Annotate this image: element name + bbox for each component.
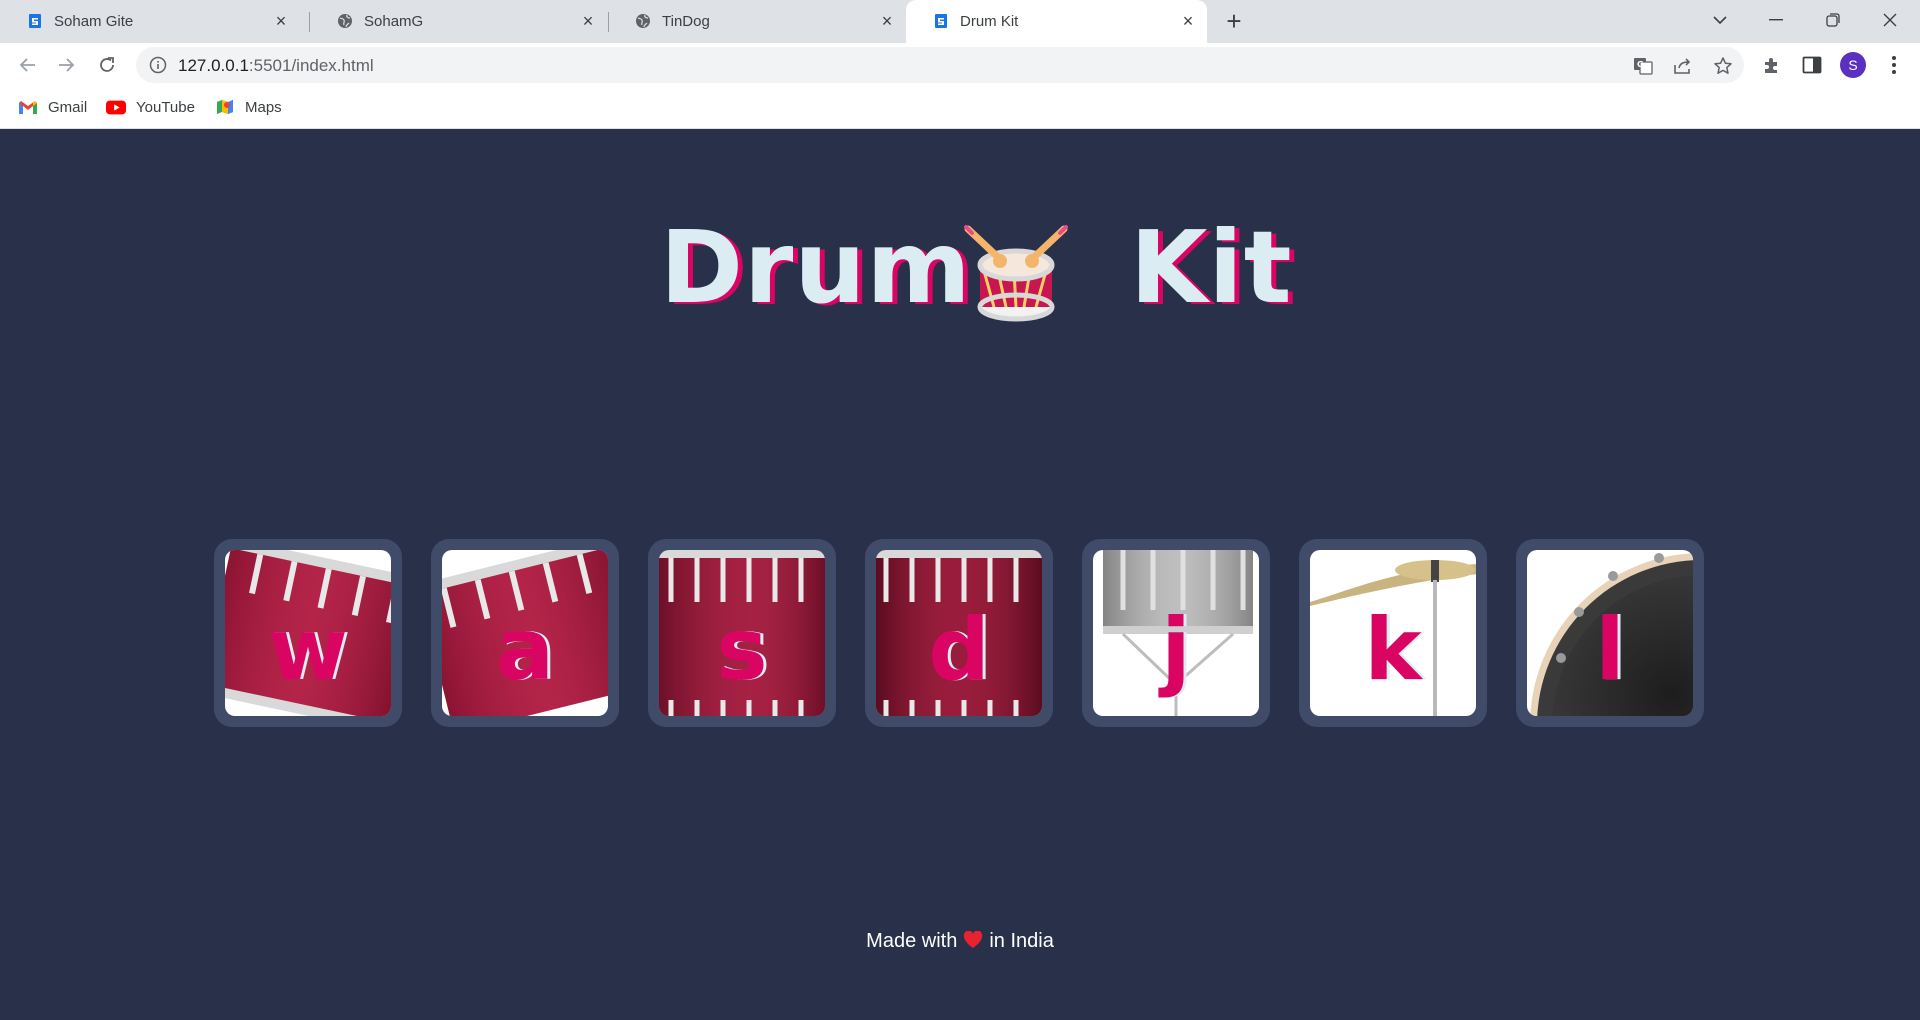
drum-kit-page: Drum Kit w a s d j k l Made with in Indi… [0,129,1920,1020]
url-text: 127.0.0.1:5501/index.html [178,56,374,76]
star-icon[interactable] [1712,55,1734,77]
drum-key-label: a [495,600,555,700]
bookmark-label: YouTube [136,98,195,116]
tab-label: SohamG [364,13,424,30]
url-path: :5501/index.html [248,56,374,75]
drum-key-label: d [928,600,990,700]
tab-soham-gite[interactable]: Soham Gite × [0,0,300,43]
menu-kebab-icon[interactable] [1883,54,1905,76]
close-icon [1883,13,1897,27]
document-icon [26,12,44,30]
translate-icon[interactable]: G [1632,55,1654,77]
back-button[interactable] [13,51,41,79]
url-host: 127.0.0.1 [178,56,249,75]
drum-face: j [1093,550,1259,716]
drum-key-label: l [1595,600,1625,700]
drum-button-a[interactable]: a [431,539,619,727]
side-panel-icon[interactable] [1801,54,1823,76]
drum-face: k [1310,550,1476,716]
drum-key-label: j [1161,600,1191,700]
restore-icon [1826,13,1840,27]
close-icon[interactable]: × [272,11,290,31]
restore-button[interactable] [1813,4,1853,36]
site-info-icon[interactable] [149,56,167,74]
drum-emoji-icon [964,225,1068,322]
gmail-icon [18,99,38,115]
document-icon [932,12,950,30]
drum-key-label: k [1364,600,1422,700]
globe-icon [336,12,354,30]
chevron-down-icon [1713,16,1727,25]
footer-text-before: Made with [866,930,958,952]
tab-drum-kit[interactable]: Drum Kit × [906,0,1207,43]
svg-text:G: G [1637,60,1644,69]
tab-strip: Soham Gite × SohamG × TinDog × Drum Kit … [0,0,1920,43]
drum-face: d [876,550,1042,716]
tab-label: TinDog [662,13,710,30]
drum-button-j[interactable]: j [1082,539,1270,727]
tab-search-button[interactable] [1700,4,1740,36]
drum-key-label: w [268,600,348,700]
drum-key-label: s [716,600,768,700]
reload-icon [100,57,114,72]
tab-tindog[interactable]: TinDog × [608,0,906,43]
arrow-right-icon [59,58,75,72]
browser-chrome: Soham Gite × SohamG × TinDog × Drum Kit … [0,0,1920,129]
page-title: Drum Kit [0,213,1920,323]
close-icon[interactable]: × [878,11,896,31]
arrow-left-icon [19,58,35,72]
footer: Made with in India [0,930,1920,953]
footer-text-after: in India [989,930,1054,952]
maps-icon [215,99,235,115]
drum-button-w[interactable]: w [214,539,402,727]
drum-face: a [442,550,608,716]
address-bar[interactable]: 127.0.0.1:5501/index.html G [136,47,1744,83]
minimize-icon [1769,19,1783,21]
close-window-button[interactable] [1870,4,1910,36]
bookmark-youtube[interactable]: YouTube [106,95,195,119]
close-icon[interactable]: × [1179,11,1197,31]
tab-label: Soham Gite [54,13,134,30]
extensions-icon[interactable] [1761,54,1783,76]
drum-face: l [1527,550,1693,716]
title-kit: Kit [1130,209,1293,326]
bookmark-label: Gmail [48,98,88,116]
youtube-icon [106,99,126,115]
share-icon[interactable] [1672,55,1694,77]
reload-button[interactable] [93,51,121,79]
heart-icon [964,931,983,948]
tab-sohamg[interactable]: SohamG × [310,0,607,43]
drum-button-k[interactable]: k [1299,539,1487,727]
drum-button-l[interactable]: l [1516,539,1704,727]
bookmark-maps[interactable]: Maps [215,95,282,119]
tab-label: Drum Kit [960,13,1019,30]
minimize-button[interactable] [1756,4,1796,36]
bookmark-label: Maps [245,98,282,116]
forward-button[interactable] [53,51,81,79]
bookmark-gmail[interactable]: Gmail [18,95,87,119]
drum-button-s[interactable]: s [648,539,836,727]
globe-icon [634,12,652,30]
drum-button-d[interactable]: d [865,539,1053,727]
close-icon[interactable]: × [579,11,597,31]
new-tab-button[interactable]: + [1221,8,1247,35]
bookmarks-bar: Gmail YouTube Maps [0,87,1920,129]
browser-toolbar: 127.0.0.1:5501/index.html G S [0,43,1920,87]
drum-face: w [225,550,391,716]
profile-avatar[interactable]: S [1840,52,1866,78]
title-drum: Drum [660,209,972,326]
drum-face: s [659,550,825,716]
